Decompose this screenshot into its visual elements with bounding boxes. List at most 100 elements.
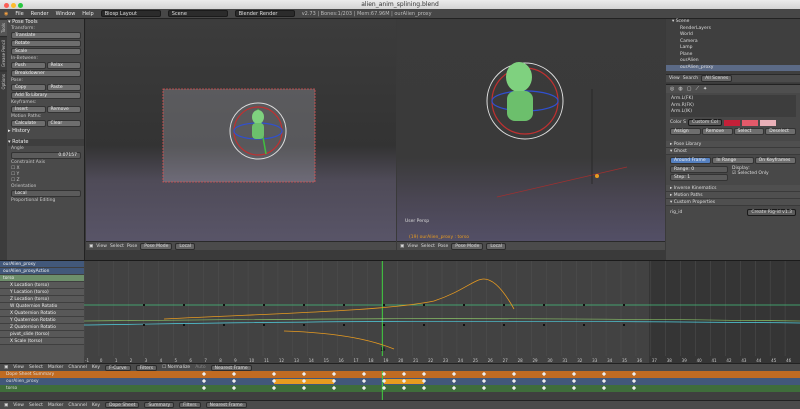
bone-group-item[interactable]: Arm.L(IK) <box>671 109 795 116</box>
channel-row[interactable]: Z Location (torso) <box>0 296 84 303</box>
paste-button[interactable]: Paste <box>46 84 81 91</box>
breakdowner-button[interactable]: Breakdowner <box>11 70 81 77</box>
deselect-group-button[interactable]: Deselect <box>765 128 796 135</box>
remove-group-button[interactable]: Remove <box>701 128 733 135</box>
dope-mode-select[interactable]: Dope Sheet <box>105 402 140 408</box>
tab-options[interactable]: Options <box>0 69 7 93</box>
ghost-in-range-tab[interactable]: In Range <box>712 157 754 164</box>
select-menu-left[interactable]: Select <box>110 244 124 249</box>
ghost-on-keyframes-tab[interactable]: On Keyframes <box>754 157 796 164</box>
graph-area[interactable]: -1 0 1 2 3 4 5 6 7 8 9 10 11 12 13 14 15 16 17 18 19 20 21 22 23… <box>84 261 800 364</box>
editor-type-icon-graph[interactable]: ▣ <box>4 365 8 370</box>
color-set-select[interactable]: Custom Col <box>688 119 722 126</box>
object-tab-icon[interactable]: ▢ <box>687 86 692 92</box>
select-menu-right[interactable]: Select <box>421 244 435 249</box>
color-swatch[interactable] <box>741 119 758 126</box>
pose-menu-left[interactable]: Pose <box>127 244 137 249</box>
graph-key-menu[interactable]: Key <box>92 365 100 370</box>
channel-row[interactable]: Z Quaternion Rotatio <box>0 324 84 331</box>
rotate-button[interactable]: Rotate <box>11 40 81 47</box>
assign-button[interactable]: Assign <box>670 128 701 135</box>
pose-library-panel[interactable]: ▸ Pose Library <box>666 141 800 148</box>
pose-menu-right[interactable]: Pose <box>438 244 448 249</box>
ghost-panel[interactable]: ▾ Ghost <box>666 148 800 155</box>
channel-row[interactable]: ourAlien_proxyAction <box>0 268 84 275</box>
blender-logo-icon[interactable]: ◉ <box>4 11 8 17</box>
calculate-button[interactable]: Calculate <box>11 120 46 127</box>
ghost-step-field[interactable]: Step: 1 <box>670 174 728 181</box>
dope-filters-button[interactable]: Filters <box>179 402 201 408</box>
menu-file[interactable]: File <box>15 11 23 17</box>
scale-button[interactable]: Scale <box>11 48 81 55</box>
channel-row[interactable]: ourAlien_proxy <box>0 261 84 268</box>
pivot-select-left[interactable]: Local <box>175 242 196 250</box>
angle-field[interactable]: 0.07157 <box>11 152 81 159</box>
channel-row[interactable]: X Quaternion Rotatio <box>0 310 84 317</box>
dope-summary-button[interactable]: Summary <box>144 402 175 408</box>
color-swatch[interactable] <box>759 119 776 126</box>
outliner-filter-select[interactable]: All Scenes <box>701 75 733 82</box>
add-to-library-button[interactable]: Add To Library <box>11 92 81 99</box>
editor-type-icon-right[interactable]: ▣ <box>400 244 404 249</box>
tab-tools[interactable]: Tools <box>0 19 7 36</box>
orientation-select[interactable]: Local <box>11 190 81 197</box>
mode-select-right[interactable]: Pose Mode <box>451 242 484 250</box>
rig-id-field[interactable]: Create Rig-id v1.3 <box>747 209 796 216</box>
close-window-icon[interactable] <box>4 3 9 8</box>
graph-channel-menu[interactable]: Channel <box>68 365 86 370</box>
dope-key-menu[interactable]: Key <box>92 403 100 408</box>
motion-paths-panel[interactable]: ▸ Motion Paths <box>666 192 800 199</box>
bone-group-list[interactable]: Arm.L(FK) Arm.R(FK) Arm.L(IK) <box>670 95 796 117</box>
editor-type-icon[interactable]: ▣ <box>89 244 93 249</box>
mode-select-left[interactable]: Pose Mode <box>140 242 173 250</box>
minimize-window-icon[interactable] <box>11 3 16 8</box>
normalize-checkbox[interactable]: ☐ Normalize <box>162 365 190 370</box>
dope-snap-select[interactable]: Nearest Frame <box>205 402 247 408</box>
viewport-user-persp[interactable]: User Persp (19) ourAlien_proxy : torso ▣… <box>397 19 665 250</box>
armature-tab-icon[interactable]: ✦ <box>703 86 707 92</box>
tab-grease-pencil[interactable]: Grease Pencil <box>0 35 7 70</box>
graph-select-menu[interactable]: Select <box>29 365 43 370</box>
push-button[interactable]: Push <box>11 62 46 69</box>
relax-button[interactable]: Relax <box>46 62 81 69</box>
pivot-select-right[interactable]: Local <box>486 242 507 250</box>
alien-body[interactable] <box>252 123 264 139</box>
render-engine-selector[interactable]: Blender Render <box>234 10 295 17</box>
remove-button[interactable]: Remove <box>46 106 81 113</box>
channel-row[interactable]: X Location (torso) <box>0 282 84 289</box>
graph-snap-select[interactable]: Nearest Frame <box>210 364 252 371</box>
editor-type-icon-dope[interactable]: ▣ <box>4 403 8 408</box>
viewport-camera[interactable]: ▣ View Select Pose Pose Mode Local <box>86 19 396 250</box>
render-tab-icon[interactable]: ◎ <box>670 86 674 92</box>
color-swatch[interactable] <box>723 119 740 126</box>
dopesheet-keyframes[interactable] <box>84 371 800 400</box>
rotate-operator-header[interactable]: ▾ Rotate <box>8 139 84 146</box>
dope-channel-menu[interactable]: Channel <box>68 403 86 408</box>
custom-properties-panel[interactable]: ▾ Custom Properties <box>666 199 800 206</box>
ghost-around-frame-tab[interactable]: Around Frame <box>670 157 712 164</box>
channel-row[interactable]: pivot_slide (torso) <box>0 331 84 338</box>
scene-selector[interactable]: Scene <box>167 10 228 17</box>
translate-button[interactable]: Translate <box>11 32 81 39</box>
outliner-view-menu[interactable]: View <box>669 76 680 81</box>
outliner-item-ouralien-proxy[interactable]: ourAlien_proxy <box>666 64 800 71</box>
graph-filters-button[interactable]: Filters <box>135 364 158 371</box>
dope-select-menu[interactable]: Select <box>29 403 43 408</box>
graph-mode-select[interactable]: F-Curve <box>105 364 131 371</box>
dope-view-menu[interactable]: View <box>13 403 24 408</box>
view-menu-left[interactable]: View <box>96 244 107 249</box>
scene-tab-icon[interactable]: ◍ <box>678 86 682 92</box>
alien-head-right[interactable] <box>506 62 532 92</box>
alien-body-right[interactable] <box>507 91 533 121</box>
graph-marker-menu[interactable]: Marker <box>48 365 64 370</box>
channel-row[interactable]: X Scale (torso) <box>0 338 84 345</box>
inverse-kinematics-panel[interactable]: ▸ Inverse Kinematics <box>666 185 800 192</box>
insert-button[interactable]: Insert <box>11 106 46 113</box>
pose-tools-header[interactable]: ▾ Pose Tools <box>8 19 84 26</box>
channel-row[interactable]: torso <box>0 275 84 282</box>
ghost-range-field[interactable]: Range: 0 <box>670 166 728 173</box>
layout-selector[interactable]: Biosp Layout <box>100 10 161 17</box>
dopesheet-area[interactable]: Dope Sheet Summary ourAlien_proxy torso <box>0 371 800 400</box>
zoom-window-icon[interactable] <box>18 3 23 8</box>
copy-button[interactable]: Copy <box>11 84 46 91</box>
